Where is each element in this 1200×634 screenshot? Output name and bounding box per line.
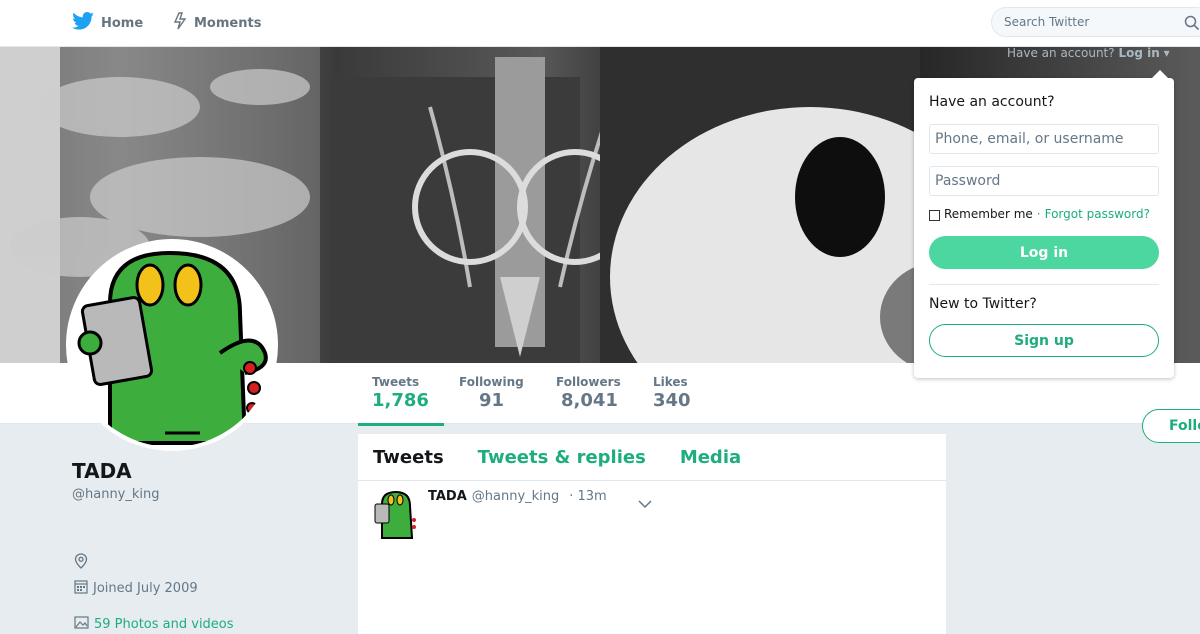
chevron-down-icon[interactable]: ▾	[1164, 46, 1170, 60]
search-input[interactable]: Search Twitter	[991, 7, 1200, 37]
profile-photos-text: 59 Photos and videos	[94, 616, 234, 632]
profile-name[interactable]: TADA	[72, 459, 132, 483]
account-prompt-text: Have an account?	[1007, 46, 1115, 60]
profile-photos-link[interactable]: 59 Photos and videos	[74, 615, 234, 633]
account-prompt: Have an account? Log in ▾	[1007, 46, 1170, 60]
remember-row: Remember me · Forgot password?	[929, 207, 1150, 221]
stat-tweets-value: 1,786	[372, 390, 429, 411]
remember-checkbox[interactable]	[929, 209, 940, 221]
search-icon[interactable]	[1184, 15, 1200, 34]
username-field[interactable]: Phone, email, or username	[929, 124, 1159, 154]
follow-button[interactable]: Follow	[1142, 409, 1200, 443]
stat-likes[interactable]: Likes 340	[653, 375, 691, 411]
account-login-link[interactable]: Log in	[1118, 46, 1159, 60]
top-nav-bar: Home Moments Search Twitter	[0, 0, 1200, 47]
new-to-twitter-label: New to Twitter?	[929, 296, 1037, 312]
forgot-password-link[interactable]: Forgot password?	[1045, 207, 1150, 221]
calendar-icon	[74, 579, 93, 598]
tab-tweets[interactable]: Tweets	[373, 447, 444, 468]
tweet-time[interactable]: 13m	[577, 489, 606, 504]
remember-label[interactable]: Remember me	[944, 207, 1033, 221]
nav-moments[interactable]: Moments	[173, 0, 261, 46]
timeline: Tweets Tweets & replies Media TADA @hann…	[358, 434, 946, 634]
tweet-item[interactable]: TADA @hanny_king · 13m	[358, 481, 946, 631]
stat-following[interactable]: Following 91	[459, 375, 524, 411]
stat-likes-label: Likes	[653, 375, 688, 389]
location-icon	[74, 553, 88, 573]
tweet-avatar[interactable]	[372, 490, 418, 540]
nav-moments-label: Moments	[194, 15, 262, 31]
stat-following-value: 91	[479, 390, 505, 411]
profile-joined-text: Joined July 2009	[93, 581, 198, 596]
image-icon	[74, 615, 94, 633]
stat-tweets[interactable]: Tweets 1,786	[358, 375, 444, 426]
login-title: Have an account?	[929, 94, 1055, 110]
stat-tweets-label: Tweets	[372, 375, 420, 389]
stat-followers-value: 8,041	[561, 390, 618, 411]
login-divider	[929, 284, 1159, 285]
tweet-author-handle[interactable]: @hanny_king	[472, 489, 560, 504]
avatar[interactable]	[66, 239, 278, 451]
timeline-tabs: Tweets Tweets & replies Media	[358, 434, 946, 481]
search-placeholder: Search Twitter	[1004, 15, 1090, 29]
login-dropdown: Have an account? Phone, email, or userna…	[914, 70, 1174, 378]
password-field[interactable]: Password	[929, 166, 1159, 196]
stat-likes-value: 340	[653, 390, 691, 411]
tweet-author-name[interactable]: TADA	[428, 489, 467, 504]
stat-followers[interactable]: Followers 8,041	[556, 375, 621, 411]
profile-handle[interactable]: @hanny_king	[72, 487, 160, 502]
chevron-down-icon[interactable]	[638, 494, 652, 513]
login-button[interactable]: Log in	[929, 236, 1159, 269]
nav-home-label: Home	[101, 15, 144, 31]
tweet-separator: ·	[569, 489, 574, 504]
lightning-icon	[173, 12, 194, 34]
profile-joined: Joined July 2009	[74, 579, 198, 598]
nav-home[interactable]: Home	[72, 0, 143, 46]
stat-followers-label: Followers	[556, 375, 621, 389]
twitter-bird-icon	[72, 12, 101, 34]
tab-media[interactable]: Media	[680, 447, 741, 468]
tab-tweets-replies[interactable]: Tweets & replies	[478, 447, 646, 468]
signup-button[interactable]: Sign up	[929, 324, 1159, 357]
tweet-header: TADA @hanny_king · 13m	[428, 489, 607, 504]
stat-following-label: Following	[459, 375, 524, 389]
remember-separator: ·	[1036, 207, 1041, 221]
